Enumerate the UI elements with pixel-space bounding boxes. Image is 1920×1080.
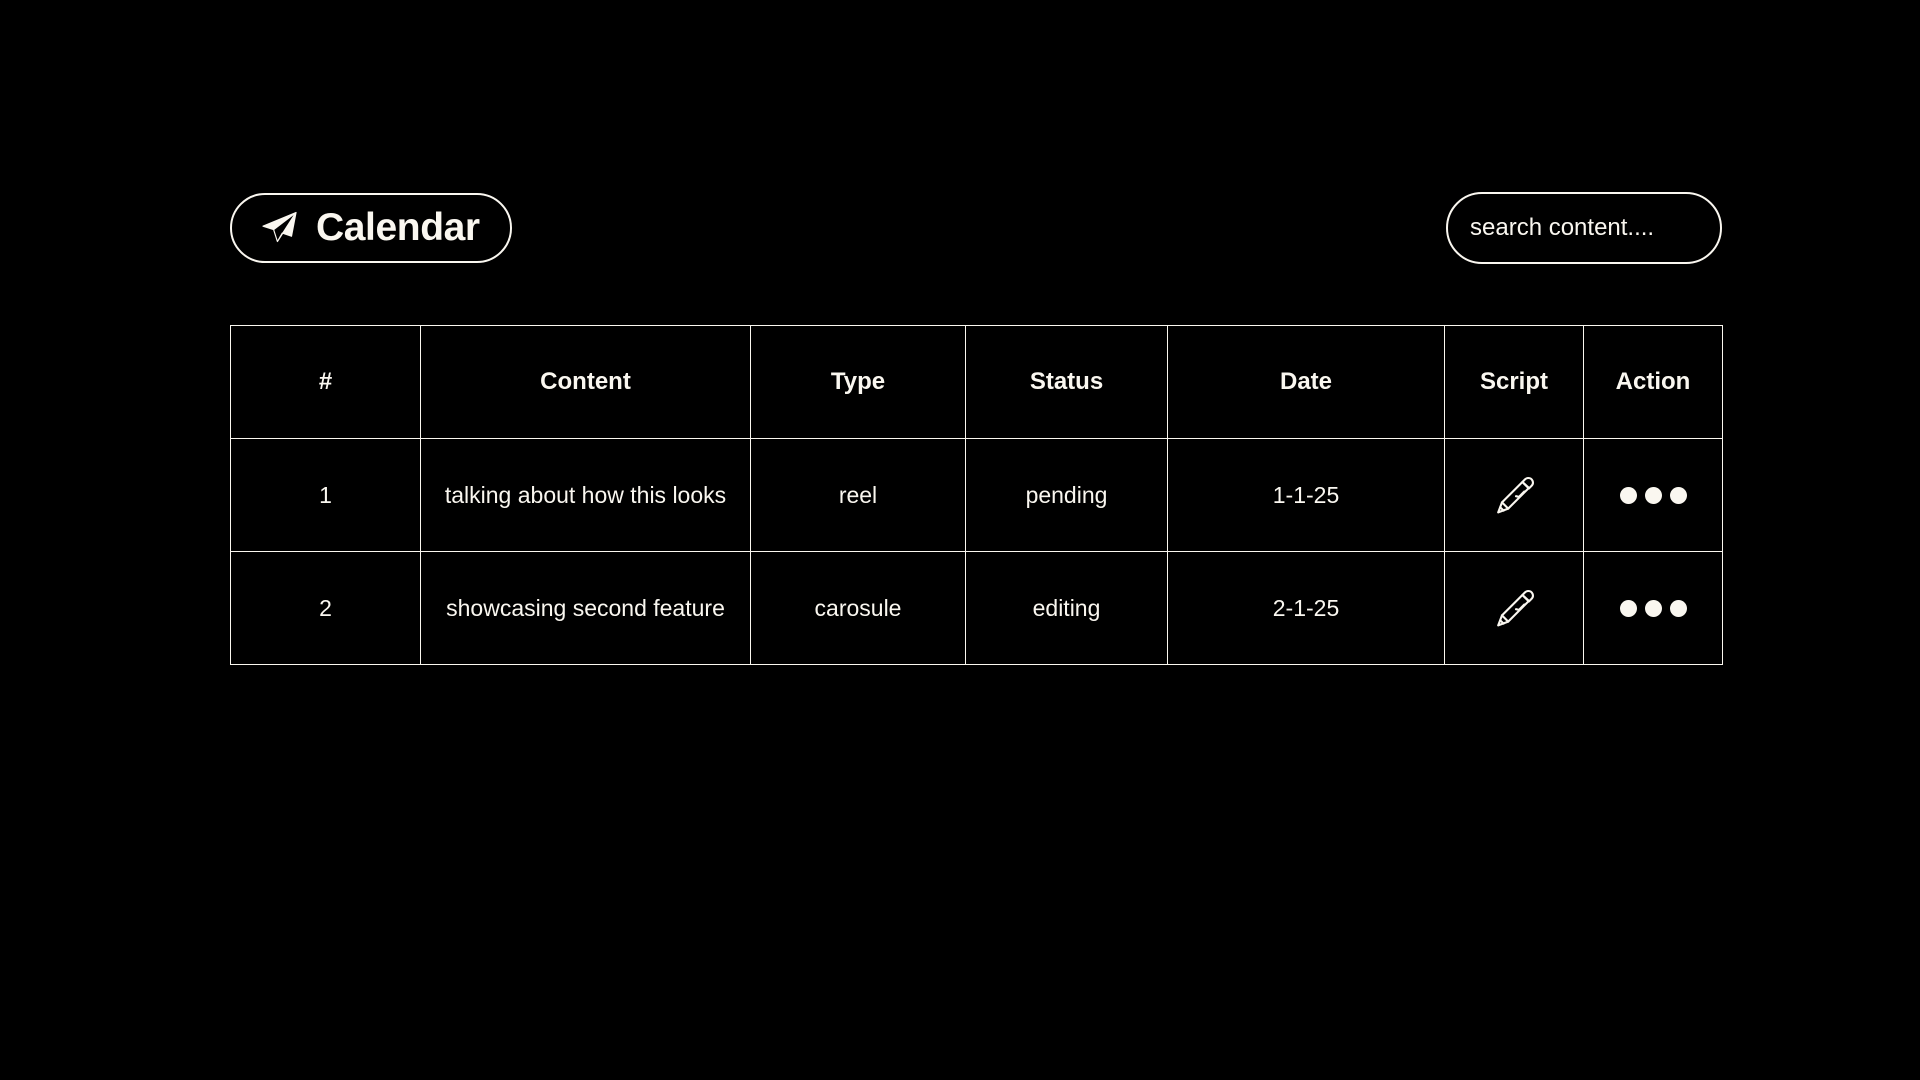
cell-date: 2-1-25 [1167,551,1445,665]
dot-1 [1619,599,1637,617]
pen-icon[interactable] [1488,582,1540,634]
dot-3 [1669,599,1687,617]
content-calendar-table: # Content Type Status Date Script Action… [230,325,1723,665]
cell-script [1444,551,1584,665]
script-cell-inner [1445,552,1583,664]
cell-content: talking about how this looks [420,438,751,552]
column-header-action[interactable]: Action [1583,325,1723,439]
column-header-script[interactable]: Script [1444,325,1584,439]
cell-type: reel [750,438,966,552]
cell-action [1583,551,1723,665]
column-header-content[interactable]: Content [420,325,751,439]
table-body: 1 talking about how this looks reel pend… [230,438,1723,665]
cell-type: carosule [750,551,966,665]
dot-3 [1669,486,1687,504]
content-table-wrapper: # Content Type Status Date Script Action… [230,325,1723,665]
table-row[interactable]: 1 talking about how this looks reel pend… [230,438,1723,552]
logo-label: Calendar [316,205,480,249]
column-header-type[interactable]: Type [750,325,966,439]
cell-num: 1 [230,438,421,552]
calendar-logo-button[interactable]: Calendar [230,193,512,263]
search-input[interactable] [1448,194,1720,262]
three-dots-icon[interactable] [1616,481,1691,510]
column-header-date[interactable]: Date [1167,325,1445,439]
paper-plane-icon [258,206,300,248]
search-box[interactable] [1446,192,1722,264]
cell-date: 1-1-25 [1167,438,1445,552]
column-header-num[interactable]: # [230,325,421,439]
cell-script [1444,438,1584,552]
action-cell-inner [1584,552,1722,664]
cell-status: pending [965,438,1168,552]
action-cell-inner [1584,439,1722,551]
table-header-row: # Content Type Status Date Script Action [230,325,1723,439]
table-row[interactable]: 2 showcasing second feature carosule edi… [230,551,1723,665]
script-cell-inner [1445,439,1583,551]
column-header-status[interactable]: Status [965,325,1168,439]
table-header: # Content Type Status Date Script Action [230,325,1723,439]
cell-status: editing [965,551,1168,665]
dot-1 [1619,486,1637,504]
cell-num: 2 [230,551,421,665]
pen-icon[interactable] [1488,469,1540,521]
three-dots-icon[interactable] [1616,594,1691,623]
header-bar: Calendar [230,188,1722,268]
app-root: Calendar # Content Type Status Date Scri… [0,0,1920,1080]
dot-2 [1644,486,1662,504]
cell-action [1583,438,1723,552]
dot-2 [1644,599,1662,617]
cell-content: showcasing second feature [420,551,751,665]
